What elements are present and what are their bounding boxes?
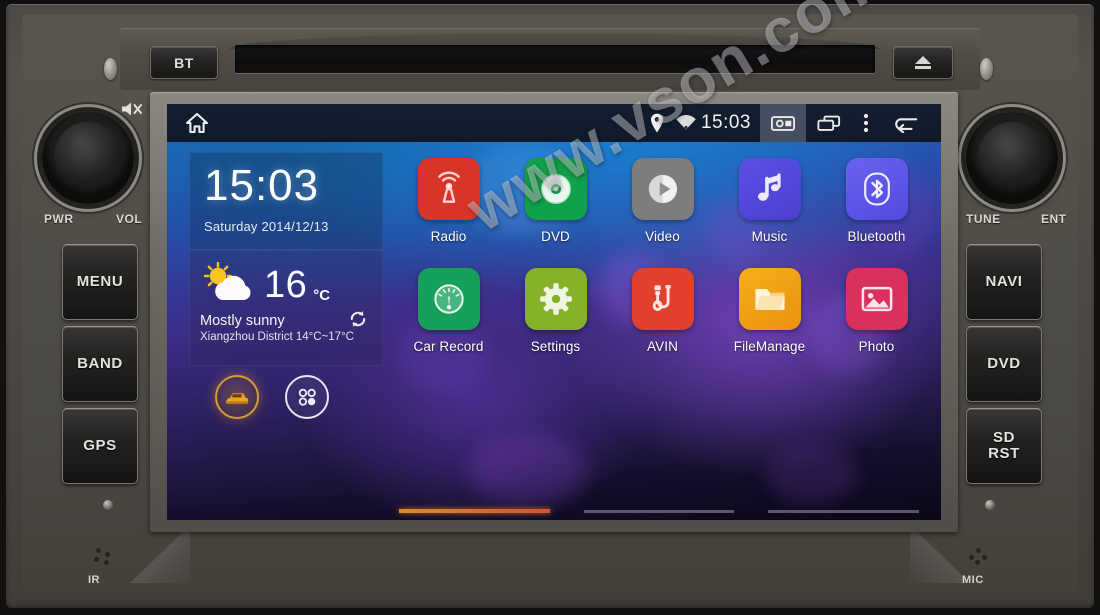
sd-rst-line2: RST — [988, 445, 1020, 462]
touchscreen[interactable]: 15:03 15:03 Saturday 2014/12/13 16 °C Mo… — [167, 104, 941, 520]
app-label: DVD — [541, 229, 570, 244]
app-radio[interactable]: Radio — [395, 158, 502, 244]
ir-label: IR — [88, 574, 100, 586]
wifi-icon — [664, 115, 697, 131]
radio-tower-icon — [417, 158, 480, 220]
app-label: Bluetooth — [847, 229, 906, 244]
widget-column: 15:03 Saturday 2014/12/13 16 °C Mostly s… — [189, 152, 383, 428]
weather-unit: °C — [313, 287, 331, 304]
pin-right — [985, 500, 995, 510]
disc-icon — [524, 158, 587, 220]
weather-widget[interactable]: 16 °C Mostly sunny Xiangzhou District 14… — [189, 250, 383, 366]
app-car-record[interactable]: Car Record — [395, 268, 502, 354]
app-avin[interactable]: AVIN — [609, 268, 716, 354]
app-label: FileManage — [733, 339, 806, 354]
folder-icon — [738, 268, 801, 330]
bluetooth-icon — [845, 158, 908, 220]
right-button-column: NAVI DVD SD RST — [966, 244, 1042, 490]
sun-behind-cloud-icon — [200, 261, 258, 309]
refresh-icon[interactable] — [348, 309, 368, 329]
app-music[interactable]: Music — [716, 158, 823, 244]
left-button-column: MENU BAND GPS — [62, 244, 138, 490]
screw-right — [980, 58, 993, 80]
app-bluetooth[interactable]: Bluetooth — [823, 158, 930, 244]
clock-time: 15:03 — [204, 161, 320, 210]
knob-label-pwr: PWR — [44, 212, 74, 226]
av-input-icon — [631, 268, 694, 330]
weather-temperature: 16 — [264, 264, 308, 306]
app-video[interactable]: Video — [609, 158, 716, 244]
menu-button[interactable]: MENU — [62, 244, 138, 320]
gauge-icon — [417, 268, 480, 330]
navi-button[interactable]: NAVI — [966, 244, 1042, 320]
weather-top-row: 16 °C — [200, 259, 382, 311]
eject-icon — [915, 56, 931, 69]
sd-rst-button[interactable]: SD RST — [966, 408, 1042, 484]
status-bar: 15:03 — [167, 104, 941, 142]
car-mode-button[interactable] — [215, 375, 259, 419]
gps-button[interactable]: GPS — [62, 408, 138, 484]
screw-left — [104, 58, 117, 80]
pin-left — [103, 500, 113, 510]
bt-button[interactable]: BT — [150, 46, 218, 79]
app-drawer-button[interactable] — [285, 375, 329, 419]
page-indicator-segment[interactable] — [768, 509, 920, 513]
clock-widget[interactable]: 15:03 Saturday 2014/12/13 — [189, 152, 383, 250]
app-photo[interactable]: Photo — [823, 268, 930, 354]
car-icon — [225, 392, 249, 404]
app-label: Video — [645, 229, 680, 244]
mute-speaker-icon — [120, 100, 146, 118]
app-dvd[interactable]: DVD — [502, 158, 609, 244]
bokeh-7 — [767, 444, 857, 504]
app-label: Radio — [430, 229, 467, 244]
app-label: Music — [751, 229, 788, 244]
app-label: Car Record — [413, 339, 484, 354]
knob-label-tune: TUNE — [966, 212, 1001, 226]
home-icon[interactable] — [185, 112, 209, 134]
knob-label-ent: ENT — [1041, 212, 1067, 226]
ir-receiver-dots — [92, 548, 114, 566]
mic-label: MIC — [962, 574, 984, 586]
back-arrow-icon[interactable] — [880, 104, 933, 142]
page-indicator-segment-active[interactable] — [399, 509, 550, 513]
app-label: Settings — [530, 339, 581, 354]
photo-icon — [845, 268, 908, 330]
mic-dots — [968, 548, 990, 566]
app-row-2: Car Record Settings AVIN FileManage Phot… — [395, 268, 931, 354]
app-drawer-icon — [298, 388, 316, 406]
app-grid: Radio DVD Video Music Bluetooth Car Reco… — [395, 158, 931, 354]
page-indicator[interactable] — [399, 509, 920, 513]
weather-location-range: Xiangzhou District 14°C~17°C — [200, 331, 354, 343]
app-label: Photo — [858, 339, 895, 354]
clock-date: Saturday 2014/12/13 — [204, 219, 329, 234]
gear-icon — [524, 268, 587, 330]
app-filemanage[interactable]: FileManage — [716, 268, 823, 354]
tune-enter-knob[interactable] — [966, 112, 1058, 204]
disc-slot — [235, 45, 875, 73]
dvd-button[interactable]: DVD — [966, 326, 1042, 402]
status-bar-time: 15:03 — [700, 112, 751, 133]
app-settings[interactable]: Settings — [502, 268, 609, 354]
car-head-unit: BT PWR VOL TUNE ENT MENU BAND GPS NAVI D… — [0, 0, 1100, 615]
band-button[interactable]: BAND — [62, 326, 138, 402]
play-circle-icon — [631, 158, 694, 220]
sd-rst-line1: SD — [992, 428, 1016, 446]
knob-label-vol: VOL — [116, 212, 143, 226]
page-indicator-segment[interactable] — [583, 509, 735, 513]
bokeh-6 — [467, 434, 587, 504]
status-bar-right: 15:03 — [650, 104, 933, 142]
music-note-icon — [738, 158, 801, 220]
power-volume-knob[interactable] — [42, 112, 134, 204]
dock — [189, 366, 383, 428]
eject-button[interactable] — [893, 46, 953, 79]
recents-icon[interactable] — [806, 104, 852, 142]
app-row-1: Radio DVD Video Music Bluetooth — [395, 158, 931, 244]
app-label: AVIN — [647, 339, 678, 354]
location-pin-icon — [650, 113, 664, 133]
overflow-menu-icon[interactable] — [852, 104, 880, 142]
screenshot-icon[interactable] — [760, 104, 806, 142]
